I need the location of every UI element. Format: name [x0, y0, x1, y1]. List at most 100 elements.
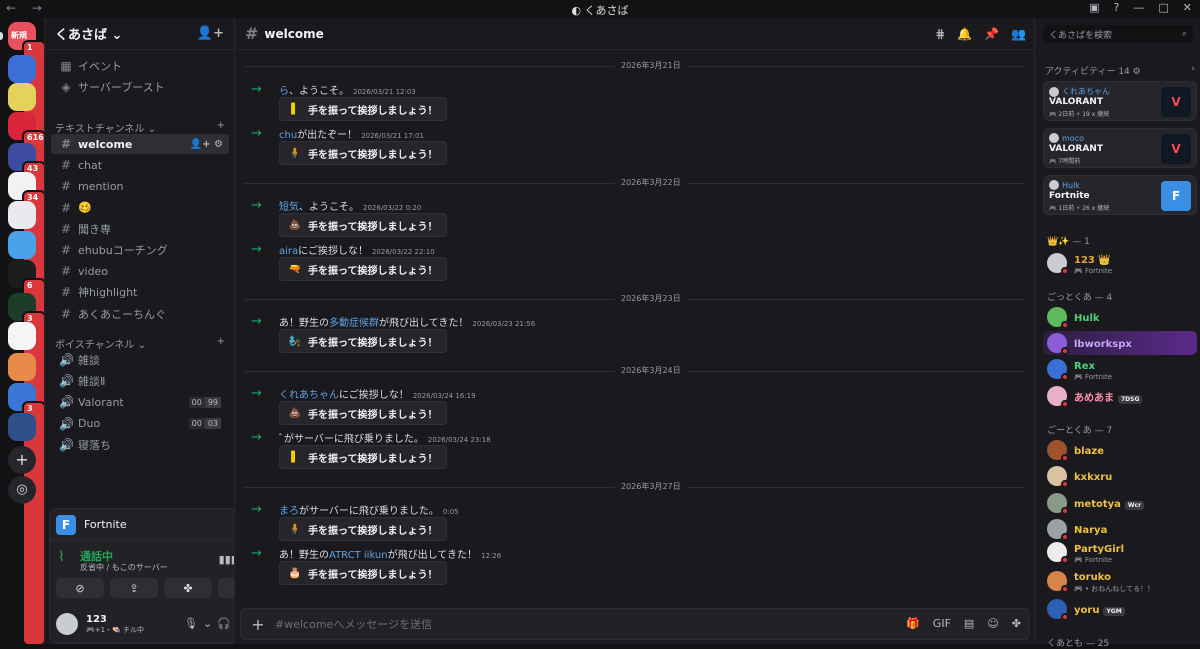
channel-4[interactable]: # 聞き専: [51, 219, 229, 239]
search-input[interactable]: くあさばを検索 ⌕: [1043, 25, 1193, 43]
join-arrow-icon: →: [251, 126, 262, 141]
selected-pill: [0, 32, 3, 40]
server-icon[interactable]: [8, 322, 36, 350]
member-item[interactable]: 123 👑 🎮 Fortnite: [1043, 251, 1197, 275]
member-item[interactable]: yoru YGM: [1043, 597, 1197, 621]
username-link[interactable]: 多動症候群: [329, 318, 379, 329]
add-server-icon[interactable]: +: [8, 446, 36, 474]
message-text: あ！野生のATRCT iikunが飛び出してきた！ 12:26: [279, 550, 502, 561]
timestamp: 2026/03/21 12:03: [353, 88, 416, 96]
server-icon[interactable]: [8, 413, 36, 441]
tag-badge: 7DSG: [1118, 394, 1143, 404]
channel-5[interactable]: # ehubuコーチング: [51, 240, 229, 260]
member-item[interactable]: PartyGirl 🎮 Fortnite: [1043, 540, 1197, 564]
channel-2[interactable]: # mention: [51, 176, 229, 196]
server-icon[interactable]: [8, 231, 36, 259]
guild-header[interactable]: くあさば ⌄ 👤+: [45, 18, 234, 50]
member-item[interactable]: kxkxru: [1043, 464, 1197, 488]
avatar: [56, 613, 78, 635]
voice-channel[interactable]: 🔊 雑談: [51, 350, 229, 370]
member-item[interactable]: lbworkspx: [1043, 331, 1197, 355]
member-item[interactable]: metotya Wcr: [1043, 491, 1197, 515]
camera-button[interactable]: ⊘: [56, 578, 104, 598]
wave-button[interactable]: 🧍 手を振って挨拶しましょう！: [279, 517, 447, 541]
hash-icon: #: [60, 179, 72, 194]
events-link[interactable]: ▦ イベント: [51, 56, 229, 76]
wave-button[interactable]: 🔫 手を振って挨拶しましょう！: [279, 257, 447, 281]
member-item[interactable]: あめあま 7DSG: [1043, 384, 1197, 408]
voice-channel[interactable]: 🔊 雑談Ⅱ: [51, 371, 229, 391]
hash-icon: #: [60, 306, 72, 321]
hash-icon: #: [60, 158, 72, 173]
discover-icon[interactable]: ◎: [8, 476, 36, 504]
member-item[interactable]: blaze: [1043, 438, 1197, 462]
text-category[interactable]: テキストチャンネル ⌄ +: [55, 120, 225, 135]
username-link[interactable]: ATRCT iikun: [329, 550, 388, 561]
status-dot: [1061, 585, 1069, 593]
apps-icon: ✤: [1011, 617, 1021, 630]
server-icon[interactable]: [8, 201, 36, 229]
username-link[interactable]: まろ: [279, 506, 299, 517]
channel-3[interactable]: # 🥴: [51, 198, 229, 218]
status-dot: [1061, 347, 1069, 355]
activity-card[interactable]: くれあちゃん VALORANT 🎮 2日前 ⚡ 19 x 継続 V: [1043, 81, 1197, 121]
activity-card[interactable]: moco VALORANT 🎮 7時間前 V: [1043, 128, 1197, 168]
avatar: [1047, 333, 1069, 355]
avatar: [1047, 571, 1069, 593]
members-icon: 👥: [1011, 27, 1026, 41]
date-divider: 2026年3月22日: [245, 177, 1025, 188]
server-icon[interactable]: [8, 353, 36, 381]
boost-link[interactable]: ◈ サーバーブースト: [51, 77, 229, 97]
username-link[interactable]: ら: [279, 86, 289, 97]
join-arrow-icon: →: [251, 82, 262, 97]
voice-category[interactable]: ボイスチャンネル ⌄ +: [55, 336, 225, 351]
server-icon[interactable]: [8, 83, 36, 111]
attach-icon[interactable]: +: [241, 615, 275, 634]
status-dot: [1061, 400, 1069, 408]
timestamp: 2026/03/23 21:56: [472, 320, 536, 328]
username-link[interactable]: 短気: [279, 202, 299, 213]
wave-button[interactable]: ▌ 手を振って挨拶しましょう！: [279, 97, 447, 121]
member-item[interactable]: Rex 🎮 Fortnite: [1043, 357, 1197, 381]
message-composer[interactable]: + #welcomeへメッセージを送信 🎁 GIF ▤ ☺ ✤: [240, 608, 1030, 640]
header-icons[interactable]: ⋕ 🔔 📌 👥: [935, 27, 1026, 41]
username-link[interactable]: aira: [279, 246, 298, 257]
settings-icon: 👤+ ⚙: [189, 138, 223, 150]
username-link[interactable]: くれあちゃん: [279, 390, 339, 401]
voice-channel[interactable]: 🔊 Valorant 00 99: [51, 392, 229, 412]
timestamp: 0:05: [442, 508, 459, 516]
wave-button[interactable]: ▌ 手を振って挨拶しましょう！: [279, 445, 447, 469]
server-icon[interactable]: [8, 55, 36, 83]
avatar: [1049, 180, 1059, 190]
wave-button[interactable]: 💩 手を振って挨拶しましょう！: [279, 213, 447, 237]
title-bar: ← → ◐ くあさば ▣? — □ ✕: [0, 0, 1200, 18]
chat-area: # welcome ⋕ 🔔 📌 👥 2026年3月21日 2026年3月22日 2026年3…: [234, 18, 1034, 644]
window-controls[interactable]: ▣? — □ ✕: [1089, 1, 1192, 14]
wave-button[interactable]: 🧍 手を振って挨拶しましょう！: [279, 141, 447, 165]
channel-0[interactable]: # welcome 👤+ ⚙: [51, 134, 229, 154]
member-item[interactable]: Narya: [1043, 517, 1197, 541]
status-dot: [1061, 507, 1069, 515]
composer-icons[interactable]: 🎁 GIF ▤ ☺ ✤: [906, 617, 1021, 630]
channel-1[interactable]: # chat: [51, 155, 229, 175]
wave-button[interactable]: 🎂 手を振って挨拶しましょう！: [279, 561, 447, 585]
voice-channel[interactable]: 🔊 Duo 00 03: [51, 414, 229, 434]
inbox-icon: ▣: [1089, 1, 1100, 14]
channel-8[interactable]: # あくあこーちんぐ: [51, 304, 229, 324]
channel-6[interactable]: # video: [51, 261, 229, 281]
wave-button[interactable]: 💩 手を振って挨拶しましょう！: [279, 401, 447, 425]
member-item[interactable]: toruko 🎮 • おねんねしてる！！: [1043, 569, 1197, 593]
channel-7[interactable]: # 神highlight: [51, 282, 229, 302]
wave-button[interactable]: 🧞 手を振って挨拶しましょう！: [279, 329, 447, 353]
join-arrow-icon: →: [251, 198, 262, 213]
speaker-icon: 🔊: [59, 395, 74, 410]
hash-icon: #: [60, 264, 72, 279]
member-item[interactable]: Hulk: [1043, 305, 1197, 329]
activity-card[interactable]: Hulk Fortnite 🎮 1日前 ⚡ 26 x 継続 F: [1043, 175, 1197, 215]
activities-button[interactable]: ✤: [164, 578, 212, 598]
voice-channel[interactable]: 🔊 寝落ち: [51, 435, 229, 455]
username-link[interactable]: chu: [279, 130, 297, 141]
avatar: [1047, 359, 1069, 381]
message-text: airaにご挨拶しな！ 2026/03/22 22:10: [279, 246, 435, 257]
screen-share-button[interactable]: ⇪: [110, 578, 158, 598]
